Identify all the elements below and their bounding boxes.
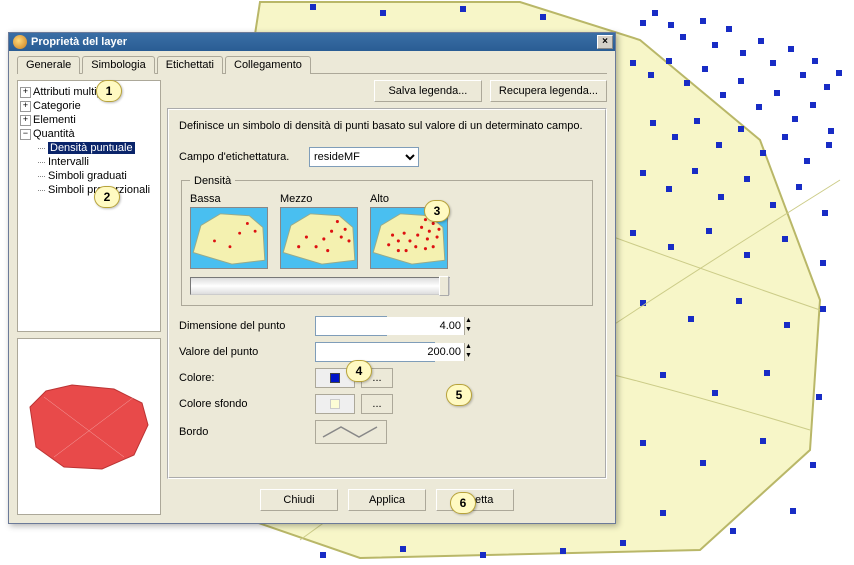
- spin-up-icon[interactable]: ▲: [464, 317, 472, 326]
- color-label: Colore:: [179, 372, 309, 384]
- point-size-label: Dimensione del punto: [179, 320, 309, 332]
- spin-down-icon[interactable]: ▼: [464, 326, 472, 335]
- tab-generale[interactable]: Generale: [17, 56, 80, 74]
- symbology-tree[interactable]: + Attributi multipli + Categorie + Eleme…: [17, 80, 161, 332]
- tree-elementi[interactable]: Elementi: [33, 114, 76, 126]
- layer-properties-dialog: Proprietà del layer × Generale Simbologi…: [8, 32, 616, 524]
- bgcolor-more-button[interactable]: ...: [361, 394, 393, 414]
- apply-button[interactable]: Applica: [348, 489, 426, 511]
- tree-expand-icon[interactable]: +: [20, 101, 31, 112]
- callout-3: 3: [424, 200, 450, 222]
- bgcolor-label: Colore sfondo: [179, 398, 309, 410]
- tab-strip: Generale Simbologia Etichettati Collegam…: [9, 51, 615, 73]
- point-value-field[interactable]: [316, 343, 464, 361]
- point-value-label: Valore del punto: [179, 346, 309, 358]
- label-field-combo[interactable]: resideMF: [309, 147, 419, 167]
- tree-expand-icon[interactable]: +: [20, 115, 31, 126]
- density-legend: Densità: [190, 175, 235, 187]
- point-value-input[interactable]: ▲▼: [315, 342, 435, 362]
- density-preview-bassa[interactable]: [190, 207, 268, 269]
- save-legend-button[interactable]: Salva legenda...: [374, 80, 482, 102]
- spin-down-icon[interactable]: ▼: [464, 352, 472, 361]
- callout-6: 6: [450, 492, 476, 514]
- point-size-field[interactable]: [316, 317, 464, 335]
- titlebar[interactable]: Proprietà del layer ×: [9, 33, 615, 51]
- app-icon: [13, 35, 27, 49]
- point-size-input[interactable]: ▲▼: [315, 316, 387, 336]
- tree-expand-icon[interactable]: +: [20, 87, 31, 98]
- density-bassa-label: Bassa: [190, 193, 221, 205]
- tree-intervalli[interactable]: Intervalli: [48, 156, 89, 168]
- layer-preview: [17, 338, 161, 515]
- spin-up-icon[interactable]: ▲: [464, 343, 472, 352]
- tree-quantita[interactable]: Quantità: [33, 128, 75, 140]
- tab-collegamento[interactable]: Collegamento: [225, 56, 311, 74]
- label-field-label: Campo d'etichettatura.: [179, 151, 301, 163]
- border-label: Bordo: [179, 426, 309, 438]
- tree-collapse-icon[interactable]: −: [20, 129, 31, 140]
- slider-thumb[interactable]: [439, 276, 449, 296]
- border-style-button[interactable]: [315, 420, 387, 444]
- tree-densita-puntuale[interactable]: Densità puntuale: [48, 142, 135, 154]
- tree-categorie[interactable]: Categorie: [33, 100, 81, 112]
- tab-etichettati[interactable]: Etichettati: [157, 56, 223, 74]
- callout-1: 1: [96, 80, 122, 102]
- callout-5: 5: [446, 384, 472, 406]
- density-preview-mezzo[interactable]: [280, 207, 358, 269]
- close-icon[interactable]: ×: [597, 35, 613, 49]
- callout-2: 2: [94, 186, 120, 208]
- symbology-description: Definisce un simbolo di densità di punti…: [179, 118, 595, 135]
- density-group: Densità Bassa Mezzo: [181, 175, 593, 306]
- window-title: Proprietà del layer: [31, 36, 127, 48]
- symbology-panel: Definisce un simbolo di densità di punti…: [167, 108, 607, 479]
- bgcolor-swatch-button[interactable]: [315, 394, 355, 414]
- color-swatch-icon: [330, 373, 340, 383]
- bgcolor-swatch-icon: [330, 399, 340, 409]
- density-mezzo-label: Mezzo: [280, 193, 312, 205]
- close-button[interactable]: Chiudi: [260, 489, 338, 511]
- tree-simboli-graduati[interactable]: Simboli graduati: [48, 170, 127, 182]
- density-slider[interactable]: [190, 277, 450, 295]
- tab-simbologia[interactable]: Simbologia: [82, 56, 154, 74]
- callout-4: 4: [346, 360, 372, 382]
- load-legend-button[interactable]: Recupera legenda...: [490, 80, 607, 102]
- density-alto-label: Alto: [370, 193, 389, 205]
